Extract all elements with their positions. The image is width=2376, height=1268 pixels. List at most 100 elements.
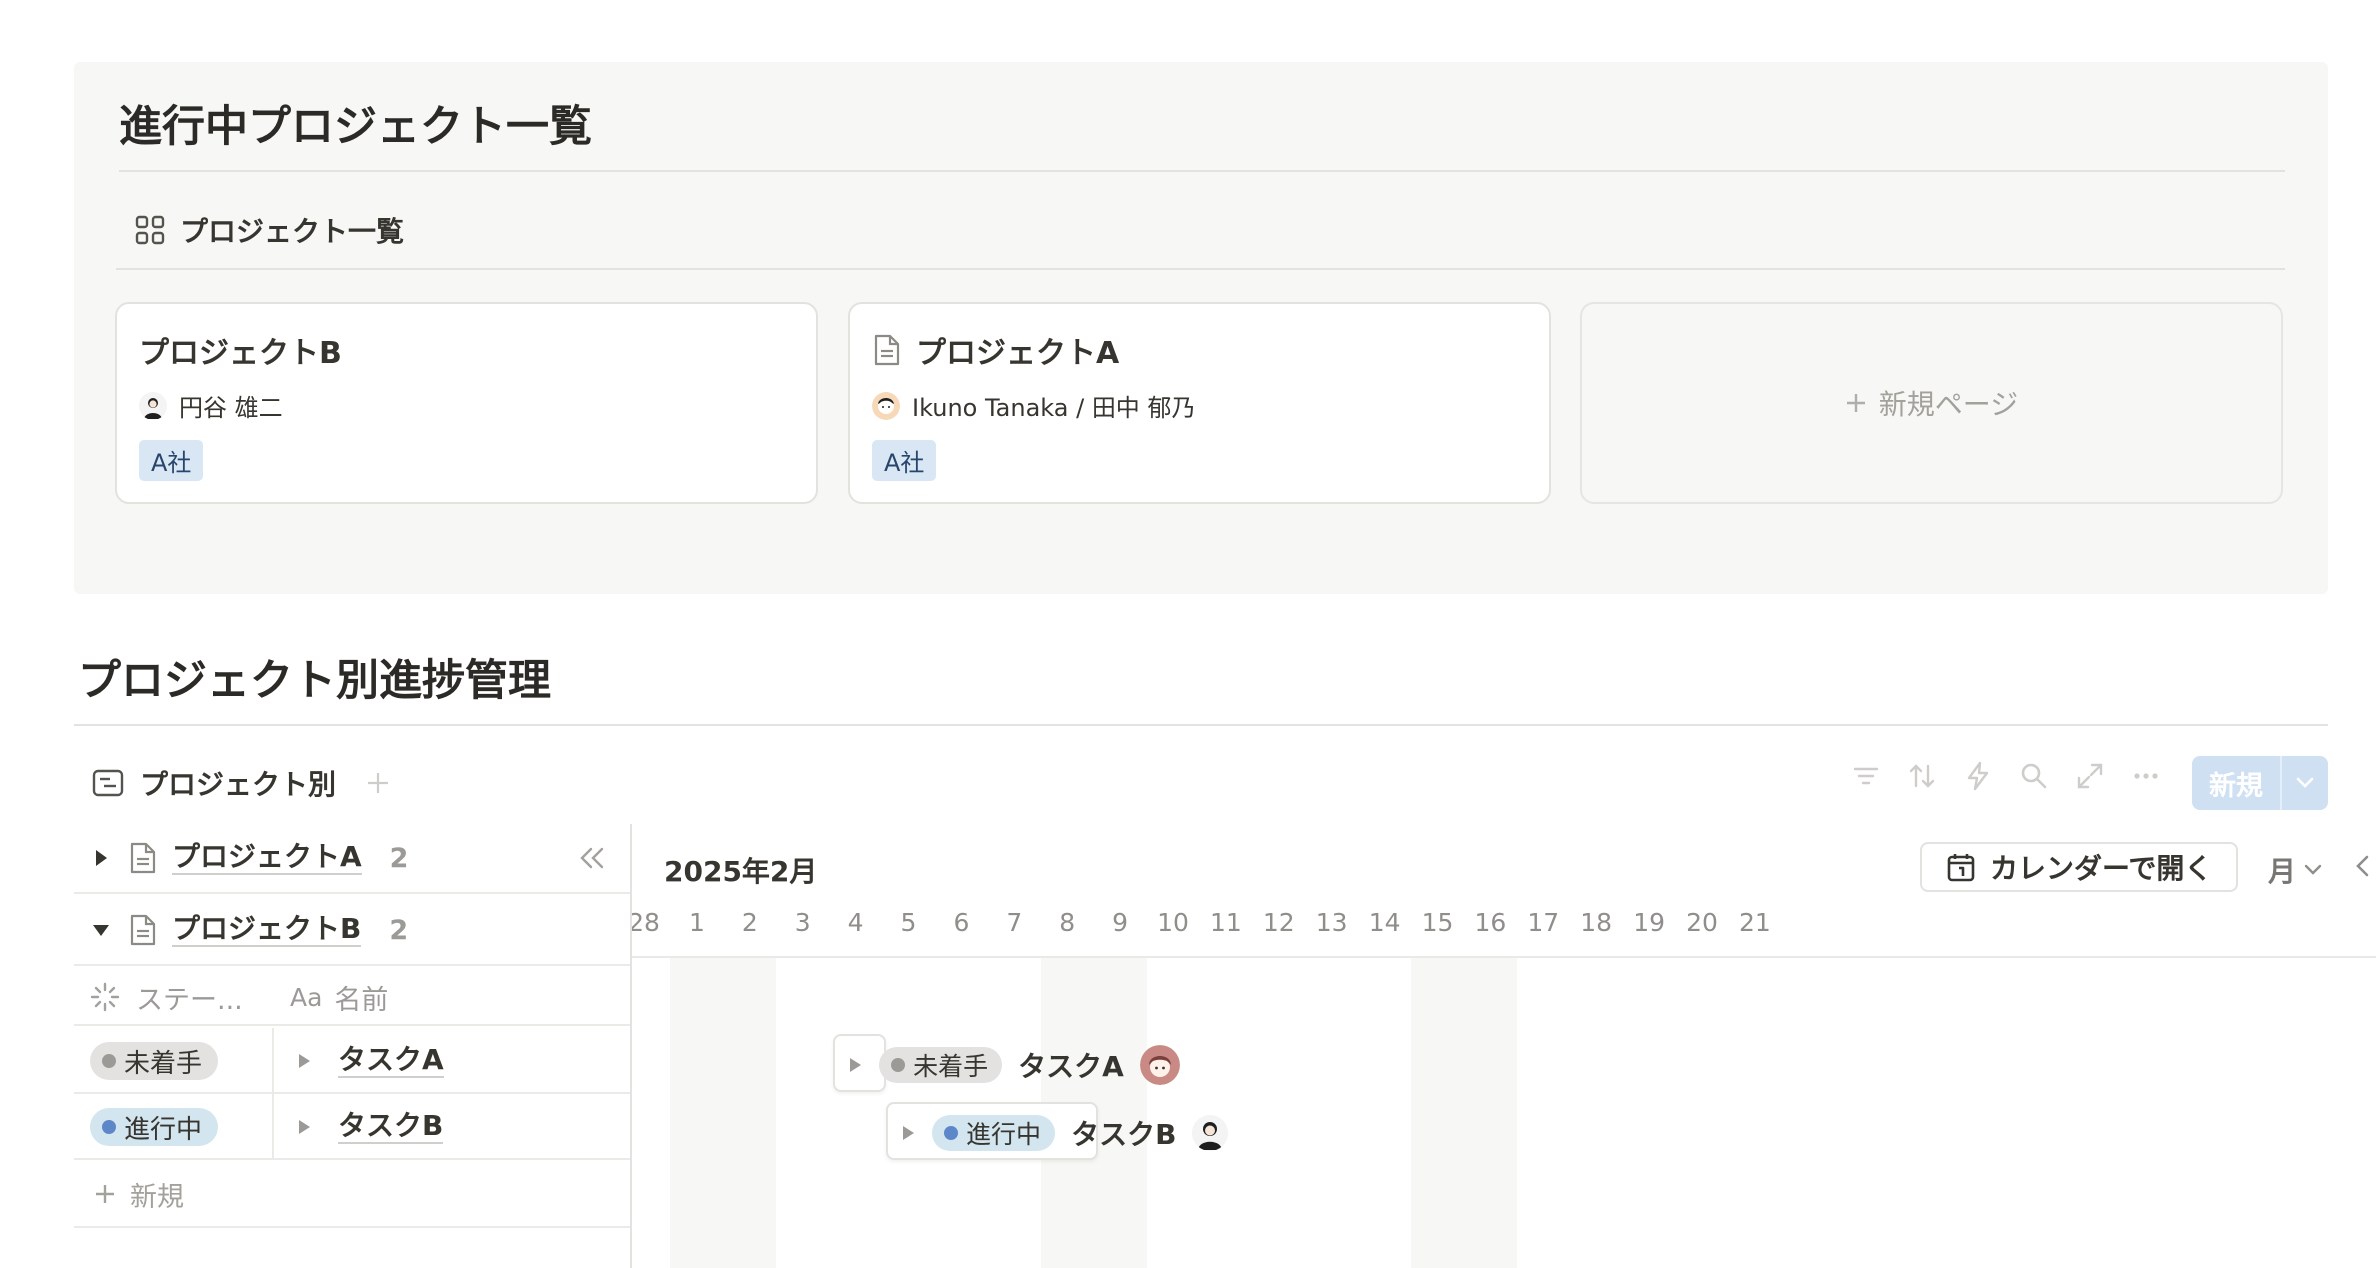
collapse-sidebar-icon[interactable] — [578, 846, 606, 870]
project-card-a[interactable]: プロジェクトA Ikuno Tanaka / 田中 郁乃 A社 — [848, 302, 1551, 504]
status-dot — [102, 1120, 116, 1134]
divider — [74, 724, 2328, 726]
status-column-header[interactable]: ステー... — [74, 978, 272, 1017]
page-icon — [128, 913, 158, 947]
timeline-bar-content: 未着手 タスクA — [847, 1036, 1180, 1094]
status-label: 進行中 — [124, 1114, 203, 1145]
group-count: 2 — [389, 842, 409, 874]
person-name: 円谷 雄二 — [179, 394, 283, 422]
tab-label: プロジェクト一覧 — [180, 215, 405, 248]
add-row-button[interactable]: 新規 — [74, 1162, 632, 1228]
filter-icon[interactable] — [1850, 760, 1882, 792]
divider — [119, 170, 2285, 172]
triangle-right-icon[interactable] — [296, 1052, 312, 1070]
sort-icon[interactable] — [1906, 760, 1938, 792]
divider — [632, 956, 2376, 958]
section-title: プロジェクト別進捗管理 — [78, 656, 551, 706]
task-name: タスクB — [1071, 1118, 1177, 1151]
table-header: ステー... Aa 名前 — [74, 970, 632, 1026]
plus-icon — [1845, 392, 1867, 414]
avatar — [1139, 1045, 1180, 1085]
status-label: 進行中 — [966, 1120, 1042, 1149]
status-badge: 進行中 — [932, 1115, 1056, 1151]
zoom-select[interactable]: 月 — [2268, 850, 2322, 890]
status-label: 未着手 — [913, 1052, 989, 1081]
divider — [116, 268, 2285, 270]
tab-by-project[interactable]: プロジェクト別 — [92, 762, 390, 804]
lightning-icon[interactable] — [1962, 760, 1994, 792]
group-row-project-b[interactable]: プロジェクトB 2 — [74, 896, 632, 966]
card-person: Ikuno Tanaka / 田中 郁乃 — [872, 388, 1195, 423]
weekend-column — [1463, 958, 1517, 1268]
zoom-label: 月 — [2268, 855, 2297, 888]
task-name[interactable]: タスクB — [338, 1110, 444, 1144]
status-badge: 未着手 — [879, 1047, 1003, 1083]
view-toolbar — [1850, 760, 2162, 792]
search-icon[interactable] — [2018, 760, 2050, 792]
task-name-cell[interactable]: タスクB — [296, 1110, 444, 1144]
plus-icon — [94, 1183, 116, 1205]
chevron-down-icon[interactable] — [2282, 776, 2328, 790]
divider — [272, 1028, 274, 1094]
card-title-row: プロジェクトA — [872, 328, 1119, 372]
add-view-icon[interactable] — [366, 771, 390, 795]
table-row[interactable]: 進行中 タスクB — [74, 1094, 632, 1160]
client-tag: A社 — [139, 440, 204, 481]
task-name[interactable]: タスクA — [338, 1044, 444, 1078]
group-name[interactable]: プロジェクトA — [172, 841, 362, 875]
calendar-icon — [1946, 851, 1976, 883]
task-name-cell[interactable]: タスクA — [296, 1044, 444, 1078]
page-icon — [128, 841, 158, 875]
table-row[interactable]: 未着手 タスクA — [74, 1028, 632, 1094]
chevron-left-icon[interactable] — [2354, 854, 2370, 878]
status-loader-icon — [90, 982, 120, 1012]
page-icon — [872, 333, 902, 367]
page-title: 進行中プロジェクト一覧 — [119, 102, 592, 152]
name-column-header[interactable]: Aa 名前 — [272, 978, 388, 1017]
timeline-view: 2025年2月 カレンダーで開く 月 28 1 2 3 4 5 6 7 8 9 10 11 12 13 14… — [632, 824, 2376, 1268]
triangle-right-icon[interactable] — [296, 1118, 312, 1136]
person-name: Ikuno Tanaka / 田中 郁乃 — [912, 394, 1196, 422]
divider — [272, 1094, 274, 1160]
month-label: 2025年2月 — [664, 855, 818, 888]
status-badge[interactable]: 未着手 — [90, 1042, 219, 1080]
gallery-icon — [134, 214, 166, 246]
new-page-button[interactable]: 新規ページ — [1580, 302, 2283, 504]
name-column-label: 名前 — [334, 984, 389, 1016]
tab-label: プロジェクト別 — [140, 768, 337, 801]
triangle-right-icon[interactable] — [847, 1056, 863, 1074]
triangle-down-icon[interactable] — [74, 921, 128, 939]
weekend-column — [1411, 958, 1464, 1268]
status-dot — [102, 1054, 116, 1068]
text-property-icon: Aa — [290, 982, 323, 1012]
day-label: 21 — [1738, 908, 1771, 937]
add-row-label: 新規 — [130, 1181, 184, 1213]
card-person: 円谷 雄二 — [139, 388, 283, 423]
new-item-button[interactable]: 新規 — [2192, 756, 2328, 810]
triangle-right-icon[interactable] — [74, 848, 128, 868]
avatar — [139, 391, 167, 420]
triangle-right-icon[interactable] — [900, 1124, 916, 1142]
status-label: 未着手 — [124, 1048, 203, 1079]
weekend-column — [670, 958, 724, 1268]
timeline-view-icon — [92, 769, 124, 797]
expand-icon[interactable] — [2074, 760, 2106, 792]
status-dot — [891, 1058, 906, 1072]
avatar — [872, 391, 900, 420]
group-row-project-a[interactable]: プロジェクトA 2 — [74, 824, 632, 894]
card-title: プロジェクトA — [916, 336, 1120, 371]
new-button-label: 新規 — [2209, 770, 2263, 802]
status-badge[interactable]: 進行中 — [90, 1108, 219, 1146]
project-card-b[interactable]: プロジェクトB 円谷 雄二 A社 — [115, 302, 818, 504]
timeline-bar-content: 進行中 タスクB — [900, 1104, 1229, 1162]
group-name[interactable]: プロジェクトB — [172, 913, 362, 947]
chevron-down-icon — [2304, 864, 2322, 876]
open-in-calendar-button[interactable]: カレンダーで開く — [1920, 842, 2239, 892]
open-calendar-label: カレンダーで開く — [1990, 852, 2213, 885]
group-count: 2 — [389, 914, 409, 946]
status-dot — [944, 1126, 959, 1140]
more-icon[interactable] — [2130, 760, 2162, 792]
task-name: タスクA — [1018, 1050, 1124, 1083]
new-page-label: 新規ページ — [1878, 388, 2019, 421]
tab-project-list[interactable]: プロジェクト一覧 — [134, 210, 404, 250]
